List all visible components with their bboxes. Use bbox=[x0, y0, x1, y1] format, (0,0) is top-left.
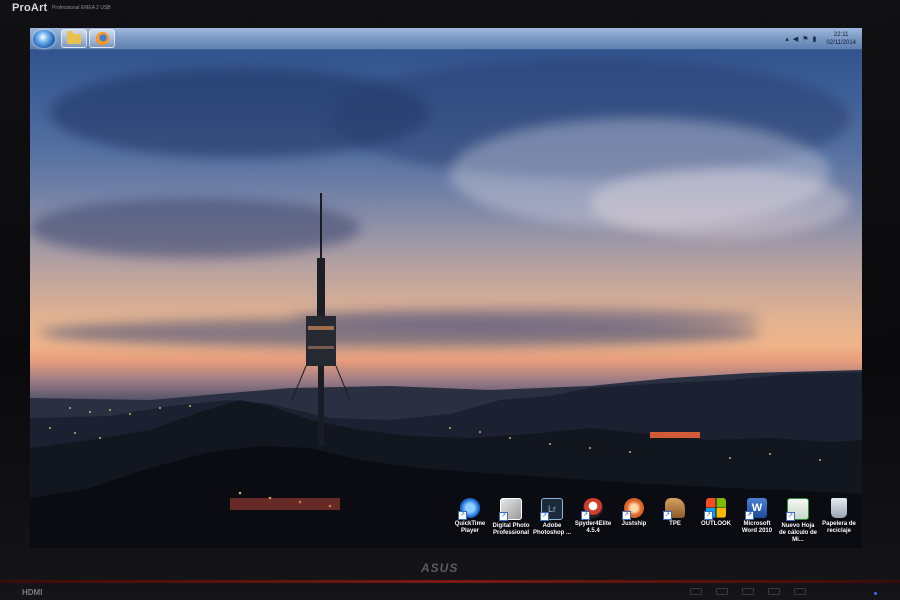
monitor-button[interactable] bbox=[768, 588, 780, 595]
windows-logo-icon: ↗ bbox=[704, 498, 726, 520]
taskbar-clock[interactable]: 22:11 02/11/2014 bbox=[826, 31, 856, 47]
desktop-icon-label: Spyder4Elite 4.5.4 bbox=[574, 521, 612, 534]
desktop-icon-label: TPE bbox=[669, 521, 681, 527]
desktop-icon-label: Papelera de reciclaje bbox=[822, 521, 856, 534]
desktop-icon-tpe[interactable]: ↗ TPE bbox=[655, 498, 695, 528]
desktop-icon-dpp[interactable]: ↗ Digital Photo Professional bbox=[491, 498, 531, 537]
desktop-icon-label: Nuevo Hoja de cálculo de Mi... bbox=[778, 523, 817, 543]
word-icon: W ↗ bbox=[745, 498, 767, 520]
wallpaper-landscape bbox=[30, 193, 862, 548]
justship-icon: ↗ bbox=[622, 498, 644, 520]
windows-orb-icon[interactable] bbox=[33, 29, 55, 48]
desktop-icon-word[interactable]: W ↗ Microsoft Word 2010 bbox=[737, 498, 777, 535]
desktop-screen: ▴ ◀ ⚑ ▮ 22:11 02/11/2014 ↗ QuickTime Pla… bbox=[30, 28, 862, 548]
taskbar-firefox-button[interactable] bbox=[89, 29, 115, 48]
quicktime-icon: ↗ bbox=[458, 498, 480, 520]
desktop-icon-spreadsheet[interactable]: ↗ Nuevo Hoja de cálculo de Mi... bbox=[778, 498, 818, 544]
monitor-bezel: ProArt Professional EMEA 2 USB ▴ ◀ ⚑ ▮ 2… bbox=[0, 0, 900, 600]
monitor-control-buttons bbox=[690, 588, 860, 596]
spyder-icon: ↗ bbox=[581, 498, 603, 520]
desktop-icon-quicktime[interactable]: ↗ QuickTime Player bbox=[450, 498, 490, 535]
monitor-brand-tagline: Professional EMEA 2 USB bbox=[52, 5, 111, 11]
system-tray: ▴ ◀ ⚑ ▮ 22:11 02/11/2014 bbox=[785, 28, 862, 49]
desktop-icon-row: ↗ QuickTime Player ↗ Digital Photo Profe… bbox=[450, 498, 860, 543]
monitor-button[interactable] bbox=[690, 588, 702, 595]
desktop-icon-label: Justship bbox=[621, 521, 647, 527]
network-icon[interactable]: ▮ bbox=[813, 35, 817, 43]
monitor-bottom-logo: ASUS bbox=[421, 561, 459, 575]
hdmi-label: HDMI bbox=[22, 588, 43, 597]
clock-time: 22:11 bbox=[833, 31, 849, 38]
volume-icon[interactable]: ◀ bbox=[793, 35, 798, 43]
show-hidden-icon[interactable]: ▴ bbox=[785, 35, 789, 43]
firefox-icon bbox=[95, 32, 109, 45]
monitor-button[interactable] bbox=[742, 588, 754, 595]
desktop-icon-justship[interactable]: ↗ Justship bbox=[614, 498, 654, 528]
lightroom-icon: Lr ↗ bbox=[540, 498, 563, 521]
desktop-icon-label: Adobe Photoshop ... bbox=[533, 523, 571, 536]
desktop-icon-label: OUTLOOK bbox=[701, 521, 731, 527]
desktop-icon-spyder[interactable]: ↗ Spyder4Elite 4.5.4 bbox=[573, 498, 613, 535]
desktop-icon-photoshop[interactable]: Lr ↗ Adobe Photoshop ... bbox=[532, 498, 572, 537]
desktop-icon-outlook[interactable]: ↗ OUTLOOK bbox=[696, 498, 736, 528]
desktop-icon-label: Microsoft Word 2010 bbox=[741, 521, 773, 534]
spreadsheet-icon: ↗ bbox=[786, 498, 809, 521]
tpe-icon: ↗ bbox=[663, 498, 685, 520]
monitor-button[interactable] bbox=[716, 588, 728, 595]
desktop-icon-recycle-bin[interactable]: Papelera de reciclaje bbox=[819, 498, 859, 535]
recycle-bin-icon bbox=[831, 498, 847, 518]
flag-icon[interactable]: ⚑ bbox=[802, 35, 808, 43]
folder-icon bbox=[67, 30, 81, 44]
clock-date: 02/11/2014 bbox=[826, 39, 856, 46]
desktop-icon-label: Digital Photo Professional bbox=[492, 523, 530, 536]
desktop-icon-label: QuickTime Player bbox=[454, 521, 486, 534]
taskbar-explorer-button[interactable] bbox=[61, 29, 87, 48]
monitor-button[interactable] bbox=[794, 588, 806, 595]
power-led bbox=[874, 592, 877, 595]
dpp-icon: ↗ bbox=[499, 498, 522, 521]
bezel-accent-strip bbox=[0, 580, 900, 583]
taskbar: ▴ ◀ ⚑ ▮ 22:11 02/11/2014 bbox=[30, 28, 862, 50]
monitor-brand-logo: ProArt bbox=[12, 2, 48, 14]
